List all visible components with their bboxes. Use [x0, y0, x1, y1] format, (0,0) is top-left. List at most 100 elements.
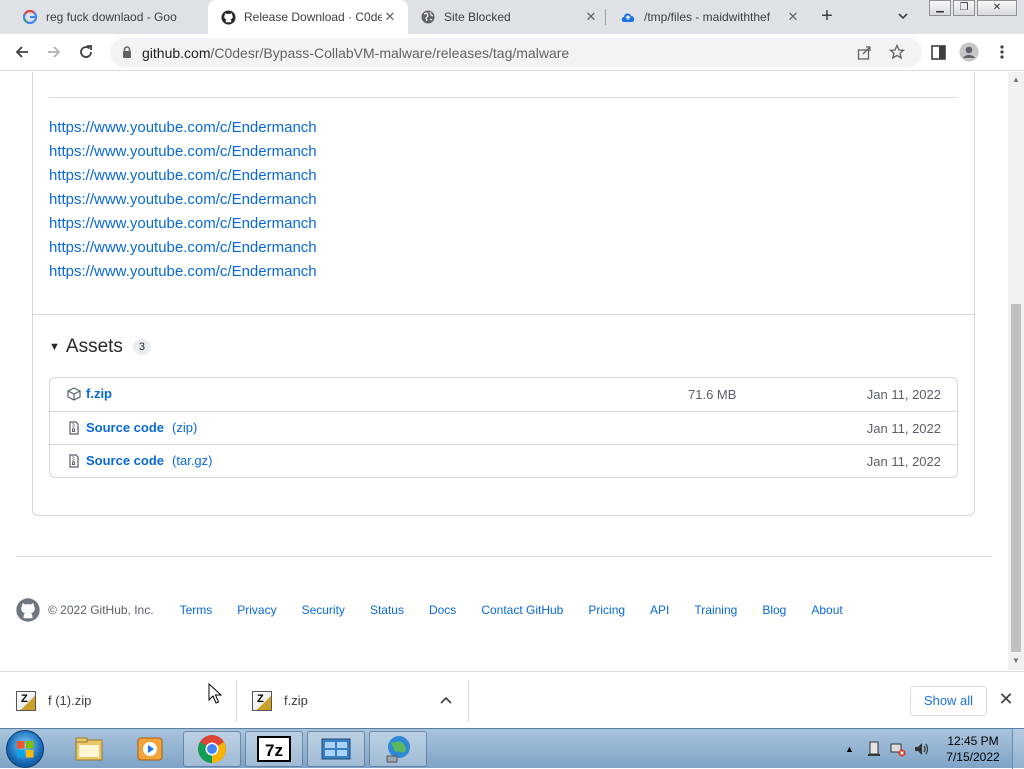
scrollbar-thumb[interactable]: [1011, 304, 1021, 652]
minimize-window-button[interactable]: ▁: [929, 0, 951, 16]
footer-link-pricing[interactable]: Pricing: [588, 603, 625, 617]
network-warning-icon[interactable]: [890, 741, 906, 757]
reload-icon: [80, 45, 92, 58]
youtube-link[interactable]: https://www.youtube.com/c/Endermanch: [49, 116, 317, 140]
close-tab-icon[interactable]: ✕: [785, 9, 801, 25]
asset-download-link[interactable]: f.zip: [86, 386, 112, 401]
scroll-up-icon[interactable]: ▲: [1012, 75, 1020, 84]
network-globe-icon: [386, 736, 410, 763]
youtube-link[interactable]: https://www.youtube.com/c/Endermanch: [49, 260, 317, 284]
back-button[interactable]: [12, 42, 32, 62]
svg-text:7z: 7z: [265, 741, 283, 760]
youtube-link[interactable]: https://www.youtube.com/c/Endermanch: [49, 236, 317, 260]
release-notes-links: https://www.youtube.com/c/Endermanch htt…: [49, 116, 317, 284]
tab-tmp-files[interactable]: /tmp/files - maidwiththef ✕: [612, 0, 807, 34]
url-text: github.com/C0desr/Bypass-CollabVM-malwar…: [142, 45, 569, 61]
forward-button[interactable]: [44, 42, 64, 62]
volume-icon[interactable]: [914, 741, 932, 757]
tab-google-search[interactable]: reg fuck downlaod - Goo: [12, 0, 207, 34]
windows-taskbar: 7z ▲ 12:45 PM 7/15/2022: [0, 728, 1024, 769]
download-filename: f.zip: [284, 693, 308, 708]
profile-avatar-icon: [959, 42, 979, 62]
globe-icon: [420, 9, 436, 25]
caret-down-icon: ▼: [49, 341, 60, 353]
profile-button[interactable]: [959, 42, 979, 62]
youtube-link[interactable]: https://www.youtube.com/c/Endermanch: [49, 212, 317, 236]
close-window-button[interactable]: ✕: [977, 0, 1017, 16]
address-bar[interactable]: github.com/C0desr/Bypass-CollabVM-malwar…: [110, 38, 922, 67]
taskbar-clock[interactable]: 12:45 PM 7/15/2022: [938, 733, 1008, 765]
assets-toggle[interactable]: ▼ Assets 3: [49, 336, 152, 358]
footer-link-privacy[interactable]: Privacy: [237, 603, 276, 617]
show-desktop-button[interactable]: [1012, 729, 1024, 769]
github-logo-icon[interactable]: [16, 598, 40, 622]
chevron-up-icon[interactable]: [440, 695, 452, 705]
clock-time: 12:45 PM: [947, 734, 999, 748]
footer-link-about[interactable]: About: [811, 603, 842, 617]
asset-date: Jan 11, 2022: [866, 421, 941, 436]
zip-archive-icon: [16, 690, 36, 711]
download-item[interactable]: f.zip: [252, 672, 462, 729]
back-arrow-icon: [15, 46, 28, 58]
youtube-link[interactable]: https://www.youtube.com/c/Endermanch: [49, 140, 317, 164]
footer-link-blog[interactable]: Blog: [762, 603, 786, 617]
menu-button[interactable]: [992, 42, 1012, 62]
tray-device-icon[interactable]: [866, 741, 882, 757]
tray-expand-icon[interactable]: ▲: [845, 744, 854, 754]
asset-download-link[interactable]: Source code (zip): [86, 420, 197, 435]
restore-window-button[interactable]: ❐: [953, 0, 975, 16]
close-tab-icon[interactable]: ✕: [382, 9, 398, 25]
taskbar-chrome[interactable]: [183, 731, 241, 767]
taskbar-media-player[interactable]: [121, 731, 179, 767]
url-domain: github.com: [142, 45, 211, 61]
download-item[interactable]: f (1).zip: [16, 672, 226, 729]
asset-date: Jan 11, 2022: [866, 454, 941, 469]
section-divider: [49, 97, 958, 98]
start-button[interactable]: [6, 730, 44, 768]
asset-row: Source code (zip) Jan 11, 2022: [50, 411, 957, 444]
close-shelf-icon[interactable]: ✕: [997, 690, 1015, 708]
taskbar-7zip[interactable]: 7z: [245, 731, 303, 767]
footer-link-api[interactable]: API: [650, 603, 669, 617]
asset-name: Source code: [86, 453, 165, 468]
page-scrollbar[interactable]: ▲ ▼: [1008, 72, 1024, 670]
tab-title: /tmp/files - maidwiththef: [644, 10, 771, 24]
media-player-icon: [137, 737, 163, 761]
footer-divider: [16, 556, 992, 557]
footer-link-contact[interactable]: Contact GitHub: [481, 603, 563, 617]
scroll-down-icon[interactable]: ▼: [1012, 656, 1020, 665]
footer-link-status[interactable]: Status: [370, 603, 404, 617]
close-tab-icon[interactable]: ✕: [583, 9, 599, 25]
chrome-icon: [198, 735, 226, 763]
footer-link-security[interactable]: Security: [302, 603, 345, 617]
taskbar-control-panel[interactable]: [307, 731, 365, 767]
footer-link-training[interactable]: Training: [694, 603, 737, 617]
tab-search-chevron-icon[interactable]: [896, 9, 914, 27]
reload-button[interactable]: [76, 42, 96, 62]
mouse-cursor-icon: [208, 683, 222, 704]
share-icon[interactable]: [857, 45, 872, 60]
tab-title: Release Download · C0de: [244, 10, 382, 24]
assets-count-badge: 3: [132, 339, 152, 355]
youtube-link[interactable]: https://www.youtube.com/c/Endermanch: [49, 164, 317, 188]
package-icon: [67, 387, 81, 401]
asset-row: Source code (tar.gz) Jan 11, 2022: [50, 444, 957, 477]
side-panel-button[interactable]: [928, 42, 948, 62]
download-shelf: f (1).zip f.zip Show all ✕: [0, 671, 1024, 728]
tab-github-release[interactable]: Release Download · C0de ✕: [208, 0, 408, 34]
bookmark-star-icon[interactable]: [889, 44, 905, 60]
lock-icon: [123, 46, 131, 58]
download-filename: f (1).zip: [48, 693, 92, 708]
footer-link-docs[interactable]: Docs: [429, 603, 456, 617]
browser-toolbar: github.com/C0desr/Bypass-CollabVM-malwar…: [0, 34, 1024, 71]
youtube-link[interactable]: https://www.youtube.com/c/Endermanch: [49, 188, 317, 212]
footer-link-terms[interactable]: Terms: [180, 603, 213, 617]
new-tab-button[interactable]: +: [816, 6, 838, 28]
taskbar-network[interactable]: [369, 731, 427, 767]
show-all-downloads-button[interactable]: Show all: [910, 686, 987, 716]
asset-name: f.zip: [86, 386, 112, 401]
tab-title: Site Blocked: [444, 10, 511, 24]
tab-site-blocked[interactable]: Site Blocked ✕: [410, 0, 605, 34]
asset-download-link[interactable]: Source code (tar.gz): [86, 453, 213, 468]
taskbar-explorer[interactable]: [60, 731, 118, 767]
